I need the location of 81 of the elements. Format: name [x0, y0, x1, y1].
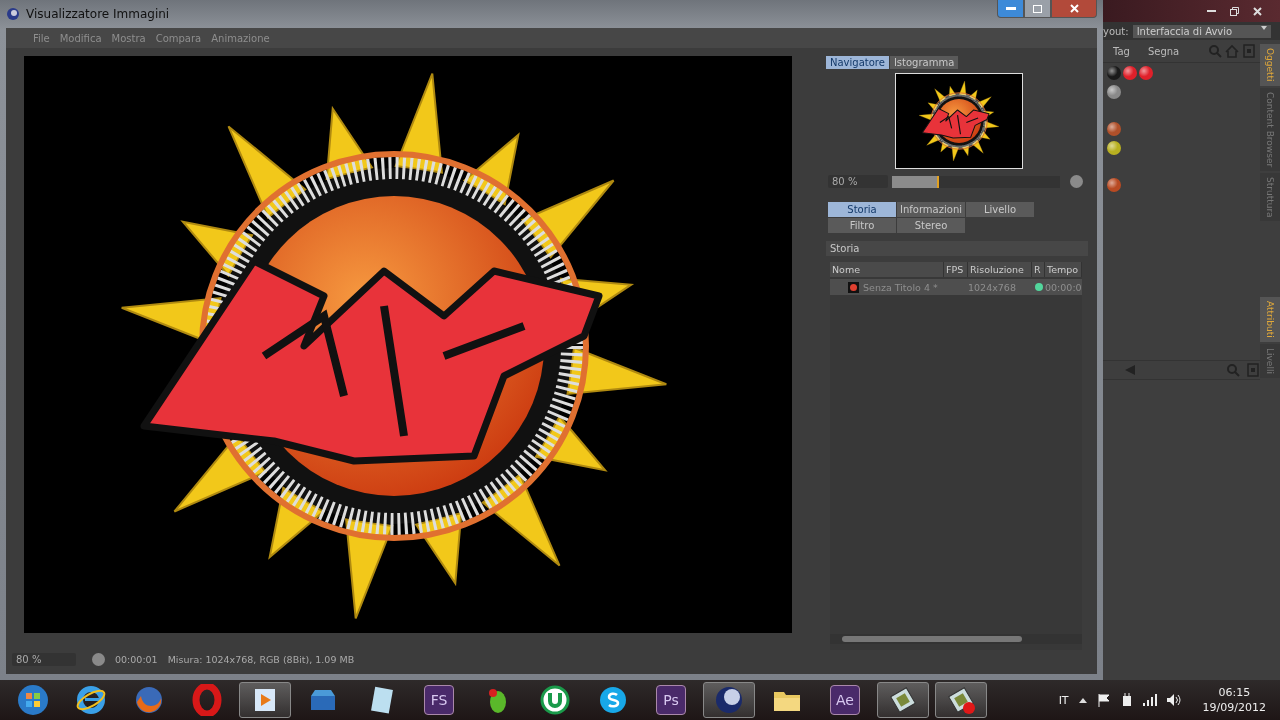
clock[interactable]: 06:15 19/09/2012 — [1202, 685, 1266, 715]
material-tag[interactable] — [1139, 65, 1153, 80]
browser-e-icon — [75, 684, 107, 716]
column-header[interactable]: FPS — [944, 262, 968, 277]
clock-date: 19/09/2012 — [1202, 700, 1266, 715]
menu-item[interactable]: Mostra — [106, 32, 151, 44]
column-header[interactable]: Risoluzione — [968, 262, 1032, 277]
taskbar-button[interactable] — [703, 682, 755, 718]
material-tag[interactable] — [1107, 121, 1121, 136]
maximize-button[interactable] — [1024, 0, 1051, 18]
side-tab[interactable]: Oggetti — [1260, 44, 1280, 86]
play-button[interactable] — [1070, 175, 1083, 188]
maximize-icon — [1033, 4, 1042, 13]
column-header[interactable]: R — [1032, 262, 1045, 277]
panel-tab[interactable]: Stereo — [897, 218, 965, 233]
app-icon — [6, 7, 20, 21]
row-time: 00:00:0 — [1045, 281, 1082, 293]
section-header: Storia — [826, 241, 1088, 256]
taskbar-button[interactable]: Ae — [830, 685, 860, 715]
close-icon — [1069, 4, 1079, 13]
signal-bars-icon[interactable] — [1142, 694, 1157, 706]
taskbar-button[interactable] — [239, 682, 291, 718]
letter-o-icon — [191, 684, 223, 716]
side-tab[interactable]: Livelli — [1260, 344, 1280, 378]
panel-tab[interactable]: Navigatore — [826, 56, 889, 69]
skype-icon — [597, 684, 629, 716]
side-tab[interactable]: Content Browser — [1260, 87, 1280, 171]
side-tab[interactable]: Struttura — [1260, 172, 1280, 222]
material-tag[interactable] — [1107, 65, 1121, 80]
layout-dropdown[interactable]: Interfaccia di Avvio — [1132, 24, 1271, 38]
material-tag[interactable] — [1107, 84, 1121, 99]
utorrent-icon — [539, 684, 571, 716]
start-orb-icon — [17, 684, 49, 716]
column-header[interactable]: Tempo — [1045, 262, 1082, 277]
taskbar-button[interactable] — [935, 682, 987, 718]
taskbar-button[interactable]: Ps — [656, 685, 686, 715]
clock-time: 06:15 — [1218, 685, 1251, 700]
panel-tab[interactable]: Informazioni — [897, 202, 965, 217]
status-time: 00:00:01 — [115, 653, 158, 665]
menu-item[interactable]: Compara — [150, 32, 207, 44]
zoom-field[interactable]: 80 % — [828, 175, 888, 188]
caret-up-icon[interactable] — [1078, 697, 1087, 703]
window-title: Visualizzatore Immagini — [26, 7, 170, 21]
panel-tab[interactable]: Livello — [966, 202, 1034, 217]
close-button[interactable] — [1051, 0, 1097, 18]
flag-icon[interactable] — [1096, 693, 1111, 707]
column-header[interactable]: Nome — [830, 262, 944, 277]
menu-item[interactable]: File — [28, 32, 55, 44]
side-tab[interactable]: Attributi — [1260, 297, 1280, 343]
minimize-icon[interactable] — [1207, 9, 1216, 13]
material-tag[interactable] — [1107, 140, 1121, 155]
panel-tab[interactable]: Istogramma — [889, 56, 959, 69]
sphere-logo-icon — [713, 684, 745, 716]
horizontal-scrollbar[interactable] — [830, 634, 1082, 644]
dropdown-caret-icon — [1260, 25, 1267, 30]
zoom-slider[interactable] — [892, 175, 1060, 188]
menu-item[interactable]: Animazione — [206, 32, 275, 44]
panel-tab[interactable]: Storia — [828, 202, 896, 217]
speaker-icon[interactable] — [1166, 694, 1181, 706]
restore-icon[interactable] — [1230, 6, 1239, 16]
material-tag[interactable] — [1107, 177, 1121, 192]
material-tag[interactable] — [1123, 65, 1137, 80]
row-name: Senza Titolo 4 * — [863, 281, 938, 293]
menu-item[interactable]: Modifica — [54, 32, 107, 44]
language-indicator[interactable]: IT — [1058, 693, 1069, 707]
menu-item[interactable]: Tag — [1113, 45, 1130, 57]
zoom-field[interactable]: 80 % — [12, 652, 76, 666]
row-resolution: 1024x768 — [968, 281, 1017, 293]
status-info: Misura: 1024x768, RGB (8Bit), 1.09 MB — [167, 653, 355, 665]
power-plug-icon[interactable] — [1120, 693, 1133, 707]
minimize-icon — [1005, 6, 1016, 11]
close-icon[interactable] — [1253, 6, 1262, 16]
image-thumbnail-icon — [848, 281, 859, 293]
history-row[interactable]: Senza Titolo 4 * 1024x768 00:00:0 — [830, 279, 1082, 295]
minimize-button[interactable] — [997, 0, 1024, 18]
panel-tab[interactable]: Filtro — [828, 218, 896, 233]
taskbar-button[interactable] — [877, 682, 929, 718]
taskbar-button[interactable]: FS — [424, 685, 454, 715]
menu-item[interactable]: Segna — [1147, 45, 1180, 57]
layout-label: yout: — [1103, 25, 1129, 37]
play-button[interactable] — [92, 652, 105, 666]
